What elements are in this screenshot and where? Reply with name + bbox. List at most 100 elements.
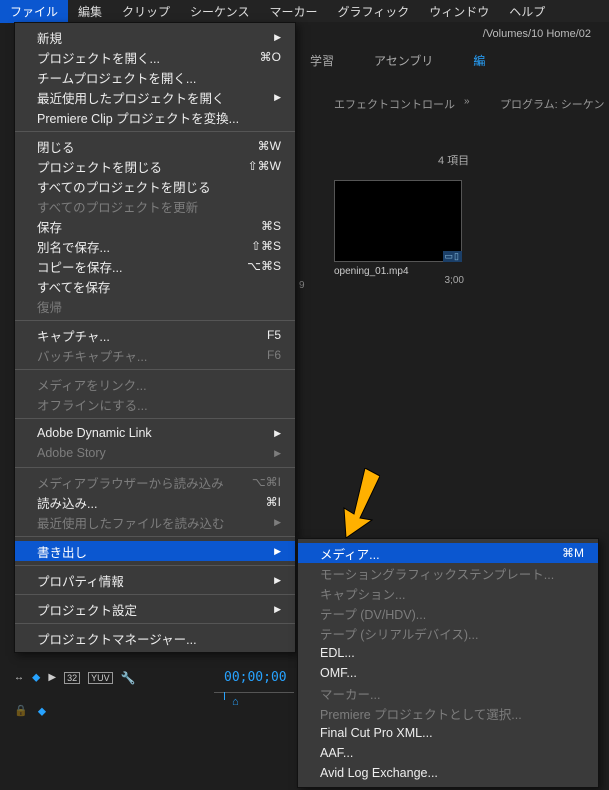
submenu-arrow-icon: ▶ (274, 428, 281, 439)
wrench-icon[interactable]: 🔧 (121, 671, 136, 685)
time-ruler[interactable] (214, 692, 294, 706)
clip-thumbnail[interactable]: ▭▯ opening_01.mp4 3;00 (334, 180, 462, 284)
shortcut: ⌘M (562, 546, 584, 560)
file-menu-item-label: 閉じる (37, 137, 75, 156)
export-menu-item-4: テープ (シリアルデバイス)... (298, 623, 598, 643)
file-menu-item-6[interactable]: 閉じる⌘W (15, 136, 295, 156)
file-menu-item-26[interactable]: 読み込み...⌘I (15, 492, 295, 512)
menubar-item-4[interactable]: マーカー (259, 0, 327, 23)
file-menu-item-33[interactable]: プロジェクト設定▶ (15, 599, 295, 619)
chevron-right-icon[interactable]: » (464, 96, 470, 107)
file-menu-item-22[interactable]: Adobe Dynamic Link ▶ (15, 423, 295, 443)
export-menu-item-3: テープ (DV/HDV)... (298, 603, 598, 623)
file-menu-item-9: すべてのプロジェクトを更新 (15, 196, 295, 216)
file-menu-item-7[interactable]: プロジェクトを閉じる⇧⌘W (15, 156, 295, 176)
playhead-icon[interactable]: ⌂ (232, 696, 239, 708)
shortcut: ⌘O (260, 50, 281, 64)
export-menu-item-label: Final Cut Pro XML... (320, 726, 433, 740)
submenu-arrow-icon: ▶ (274, 575, 281, 586)
file-menu-item-label: プロジェクトを開く... (37, 48, 160, 67)
file-menu-item-11[interactable]: 別名で保存... ⇧⌘S (15, 236, 295, 256)
export-menu-item-9[interactable]: Final Cut Pro XML... (298, 723, 598, 743)
shortcut: ⌥⌘I (252, 475, 281, 489)
file-menu: 新規▶プロジェクトを開く...⌘Oチームプロジェクトを開く...最近使用したプロ… (14, 22, 296, 653)
menubar-item-6[interactable]: ウィンドウ (419, 0, 499, 23)
file-menu-item-16[interactable]: キャプチャ...F5 (15, 325, 295, 345)
file-menu-item-3[interactable]: 最近使用したプロジェクトを開く ▶ (15, 87, 295, 107)
tab-learn[interactable]: 学習 (310, 52, 334, 69)
file-menu-item-12[interactable]: コピーを保存...⌥⌘S (15, 256, 295, 276)
menubar-item-5[interactable]: グラフィック (327, 0, 419, 23)
export-menu-item-label: EDL... (320, 646, 355, 660)
export-menu-item-label: メディア... (320, 544, 380, 563)
tab-edit[interactable]: 編 (473, 52, 485, 69)
panel-program[interactable]: プログラム: シーケン (500, 96, 604, 112)
file-menu-item-10[interactable]: 保存⌘S (15, 216, 295, 236)
submenu-arrow-icon: ▶ (274, 92, 281, 103)
menubar-item-0[interactable]: ファイル (0, 0, 68, 23)
file-menu-separator (15, 467, 295, 468)
keyframe-icon-2[interactable]: ⬥ (38, 704, 46, 719)
export-menu-item-0[interactable]: メディア... ⌘M (298, 543, 598, 563)
file-menu-item-0[interactable]: 新規▶ (15, 27, 295, 47)
file-menu-item-19: メディアをリンク... (15, 374, 295, 394)
clip-badge-icon: ▭▯ (443, 251, 462, 262)
file-menu-item-label: チームプロジェクトを開く... (37, 68, 196, 87)
submenu-arrow-icon: ▶ (274, 517, 281, 528)
submenu-arrow-icon: ▶ (274, 546, 281, 557)
badge-32: 32 (64, 672, 80, 684)
lock-icon[interactable]: 🔒 (14, 704, 28, 719)
menubar-item-3[interactable]: シーケンス (180, 0, 259, 23)
file-menu-item-27: 最近使用したファイルを読み込む▶ (15, 512, 295, 532)
file-menu-item-label: 別名で保存... (37, 237, 110, 256)
export-menu-item-label: キャプション... (320, 584, 405, 603)
file-menu-item-23: Adobe Story▶ (15, 443, 295, 463)
submenu-arrow-icon: ▶ (274, 448, 281, 459)
file-menu-separator (15, 536, 295, 537)
timecode[interactable]: 00;00;00 (224, 670, 287, 685)
export-menu-item-6[interactable]: OMF... (298, 663, 598, 683)
export-menu-item-11[interactable]: Avid Log Exchange... (298, 763, 598, 783)
snap-icon[interactable]: ↔ (14, 672, 24, 683)
menubar-item-1[interactable]: 編集 (68, 0, 112, 23)
tab-assembly[interactable]: アセンブリ (374, 52, 433, 69)
export-menu-item-label: OMF... (320, 666, 357, 680)
panel-effect-controls[interactable]: エフェクトコントロール (334, 96, 455, 112)
export-menu-item-10[interactable]: AAF... (298, 743, 598, 763)
clip-duration: 3;00 (445, 275, 464, 286)
file-menu-item-35[interactable]: プロジェクトマネージャー... (15, 628, 295, 648)
file-menu-item-31[interactable]: プロパティ情報▶ (15, 570, 295, 590)
file-menu-item-label: すべてのプロジェクトを閉じる (37, 177, 211, 196)
file-menu-item-label: 新規 (37, 28, 62, 47)
file-menu-item-label: Adobe Dynamic Link (37, 426, 152, 440)
menubar-item-7[interactable]: ヘルプ (499, 0, 555, 23)
badge-yuv: YUV (88, 672, 113, 684)
file-menu-item-8[interactable]: すべてのプロジェクトを閉じる (15, 176, 295, 196)
export-menu-item-label: テープ (DV/HDV)... (320, 604, 426, 623)
workspace-tabs: 学習 アセンブリ 編 (310, 52, 485, 69)
file-menu-item-label: バッチキャプチャ... (37, 346, 147, 365)
file-menu-separator (15, 369, 295, 370)
file-menu-item-label: 復帰 (37, 297, 62, 316)
file-menu-item-13[interactable]: すべてを保存 (15, 276, 295, 296)
clip-name: opening_01.mp4 (334, 266, 462, 277)
file-menu-item-label: 保存 (37, 217, 62, 236)
file-menu-separator (15, 131, 295, 132)
export-menu-item-5[interactable]: EDL... (298, 643, 598, 663)
shortcut: ⇧⌘S (251, 239, 281, 253)
menubar-item-2[interactable]: クリップ (112, 0, 180, 23)
export-menu-item-label: AAF... (320, 746, 353, 760)
file-menu-item-4[interactable]: Premiere Clip プロジェクトを変換... (15, 107, 295, 127)
file-menu-separator (15, 418, 295, 419)
export-submenu: メディア...⌘Mモーショングラフィックステンプレート...キャプション...テ… (297, 538, 599, 788)
file-menu-item-label: オフラインにする... (37, 395, 148, 414)
keyframe-icon[interactable]: ⬥ (32, 670, 40, 685)
play-icon[interactable]: ▶ (48, 672, 56, 683)
file-menu-item-1[interactable]: プロジェクトを開く... ⌘O (15, 47, 295, 67)
shortcut: ⌘I (266, 495, 281, 509)
file-menu-item-label: すべてを保存 (37, 277, 110, 296)
file-menu-item-29[interactable]: 書き出し▶ (15, 541, 295, 561)
shortcut: F6 (267, 348, 281, 362)
file-menu-item-2[interactable]: チームプロジェクトを開く... (15, 67, 295, 87)
file-menu-item-label: 最近使用したプロジェクトを開く (37, 88, 225, 107)
